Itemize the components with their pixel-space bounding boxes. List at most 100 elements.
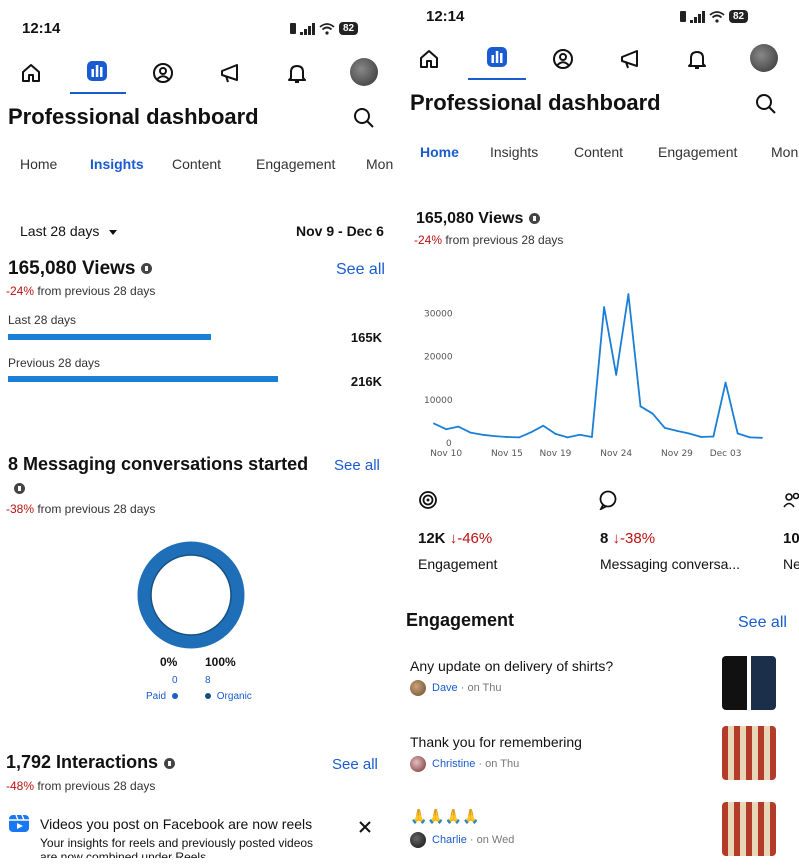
megaphone-icon[interactable] xyxy=(218,60,244,86)
battery-icon: 82 xyxy=(339,22,359,35)
interactions-see-all[interactable]: See all xyxy=(332,756,378,773)
status-time: 12:14 xyxy=(22,20,61,37)
engagement-item-text[interactable]: Thank you for remembering xyxy=(410,734,582,750)
engagement-item-meta: Dave · on Thu xyxy=(410,680,502,696)
kpi-value: 12K xyxy=(418,530,446,547)
status-time: 12:14 xyxy=(426,8,465,25)
x-tick-label: Nov 15 xyxy=(491,449,523,459)
interactions-change: -48% from previous 28 days xyxy=(6,779,155,793)
profile-icon[interactable] xyxy=(550,46,576,72)
post-thumbnail[interactable] xyxy=(722,802,776,856)
period-label: Last 28 days xyxy=(20,223,100,239)
views-data-point xyxy=(554,433,557,435)
tab-engagement[interactable]: Engagement xyxy=(658,144,737,160)
nav-active-underline xyxy=(468,78,526,80)
tab-content[interactable]: Content xyxy=(574,144,623,160)
paid-count: 0 xyxy=(172,675,178,686)
kpi-new-label[interactable]: Ne xyxy=(783,556,799,572)
nav-active-underline xyxy=(70,92,126,94)
views-data-point xyxy=(676,430,678,432)
engagement-see-all[interactable]: See all xyxy=(738,614,787,632)
period-dropdown[interactable]: Last 28 days xyxy=(20,223,118,239)
home-icon[interactable] xyxy=(18,60,44,86)
views-series-line xyxy=(433,293,763,439)
profile-icon[interactable] xyxy=(150,60,176,86)
views-data-point xyxy=(688,432,691,435)
views-data-point xyxy=(736,432,739,435)
interactions-title-text: 1,792 Interactions xyxy=(6,752,159,772)
search-icon[interactable] xyxy=(352,106,376,135)
views-data-point xyxy=(639,405,642,408)
bell-icon[interactable] xyxy=(684,46,710,72)
x-axis-ticks: Nov 10 Nov 15 Nov 19 Nov 24 Nov 29 Dec 03 xyxy=(430,449,741,459)
engagement-item-text[interactable]: Any update on delivery of shirts? xyxy=(410,658,613,674)
shirt-thumbnail[interactable] xyxy=(722,656,776,710)
views-data-point xyxy=(603,306,605,308)
engagement-item-meta: Christine · on Thu xyxy=(410,756,519,772)
battery-icon: 82 xyxy=(729,10,749,23)
views-title: 165,080 Views xyxy=(8,258,153,280)
avatar[interactable] xyxy=(750,44,778,72)
donut-inner-edge xyxy=(150,554,232,636)
banner-title: Videos you post on Facebook are now reel… xyxy=(40,816,313,832)
kpi-messaging-label[interactable]: Messaging conversa... xyxy=(600,556,740,572)
close-icon[interactable] xyxy=(358,820,372,839)
tab-insights[interactable]: Insights xyxy=(90,156,144,172)
views-data-point xyxy=(712,435,715,438)
dashboard-icon[interactable] xyxy=(84,58,110,84)
info-icon[interactable] xyxy=(529,213,541,225)
post-thumbnail[interactable] xyxy=(722,726,776,780)
x-tick-label: Nov 29 xyxy=(661,449,693,459)
kpi-engagement-label[interactable]: Engagement xyxy=(418,556,497,572)
views-data-point xyxy=(445,428,448,431)
y-tick-label: 10000 xyxy=(424,396,453,406)
views-title-text: 165,080 Views xyxy=(416,210,524,227)
views-see-all[interactable]: See all xyxy=(336,261,385,279)
bell-icon[interactable] xyxy=(284,60,310,86)
engagement-title: Engagement xyxy=(406,610,515,630)
messaging-see-all[interactable]: See all xyxy=(334,457,380,474)
people-icon xyxy=(782,490,799,515)
views-data-point xyxy=(530,431,533,434)
avatar xyxy=(410,680,426,696)
views-row-label: Last 28 days xyxy=(8,313,77,327)
views-change-pct: -24% xyxy=(414,233,443,247)
kpi-down-arrow-icon: ↓ xyxy=(612,530,621,547)
views-data-point xyxy=(700,436,703,438)
tab-content[interactable]: Content xyxy=(172,156,221,172)
x-tick-label: Nov 19 xyxy=(540,449,572,459)
donut-ring xyxy=(137,541,245,649)
home-icon[interactable] xyxy=(416,46,442,72)
dashboard-icon[interactable] xyxy=(484,44,510,70)
kpi-messaging-value: 8 ↓-38% xyxy=(600,530,655,547)
messaging-change-pct: -38% xyxy=(6,502,35,516)
search-icon[interactable] xyxy=(754,92,778,121)
tab-monetization[interactable]: Mon xyxy=(771,144,798,160)
paid-legend-label: Paid xyxy=(146,691,167,702)
megaphone-icon[interactable] xyxy=(618,46,644,72)
wifi-icon xyxy=(709,10,725,23)
views-data-point xyxy=(591,436,593,438)
engagement-item-when: · on Wed xyxy=(466,833,515,846)
tab-monetization[interactable]: Mon xyxy=(366,156,393,172)
views-data-point xyxy=(457,425,460,428)
info-icon[interactable] xyxy=(141,263,153,275)
views-change-pct: -24% xyxy=(6,284,35,298)
views-title-text: 165,080 Views xyxy=(8,258,136,279)
tab-engagement[interactable]: Engagement xyxy=(256,156,335,172)
views-bar-previous xyxy=(8,376,278,382)
tab-home[interactable]: Home xyxy=(20,156,57,172)
messaging-donut xyxy=(137,541,245,649)
engagement-item-when: · on Thu xyxy=(475,757,520,770)
views-data-point xyxy=(481,433,484,436)
views-data-point xyxy=(566,436,569,439)
tab-home[interactable]: Home xyxy=(420,144,459,160)
info-icon[interactable] xyxy=(14,480,25,498)
info-icon[interactable] xyxy=(164,757,176,769)
interactions-change-pct: -48% xyxy=(6,779,35,793)
views-value-current: 165K xyxy=(350,330,382,345)
tab-insights[interactable]: Insights xyxy=(490,144,538,160)
avatar[interactable] xyxy=(350,58,378,86)
x-tick-label: Nov 24 xyxy=(600,449,632,459)
engagement-item-text[interactable]: 🙏🙏🙏🙏 xyxy=(410,808,480,825)
